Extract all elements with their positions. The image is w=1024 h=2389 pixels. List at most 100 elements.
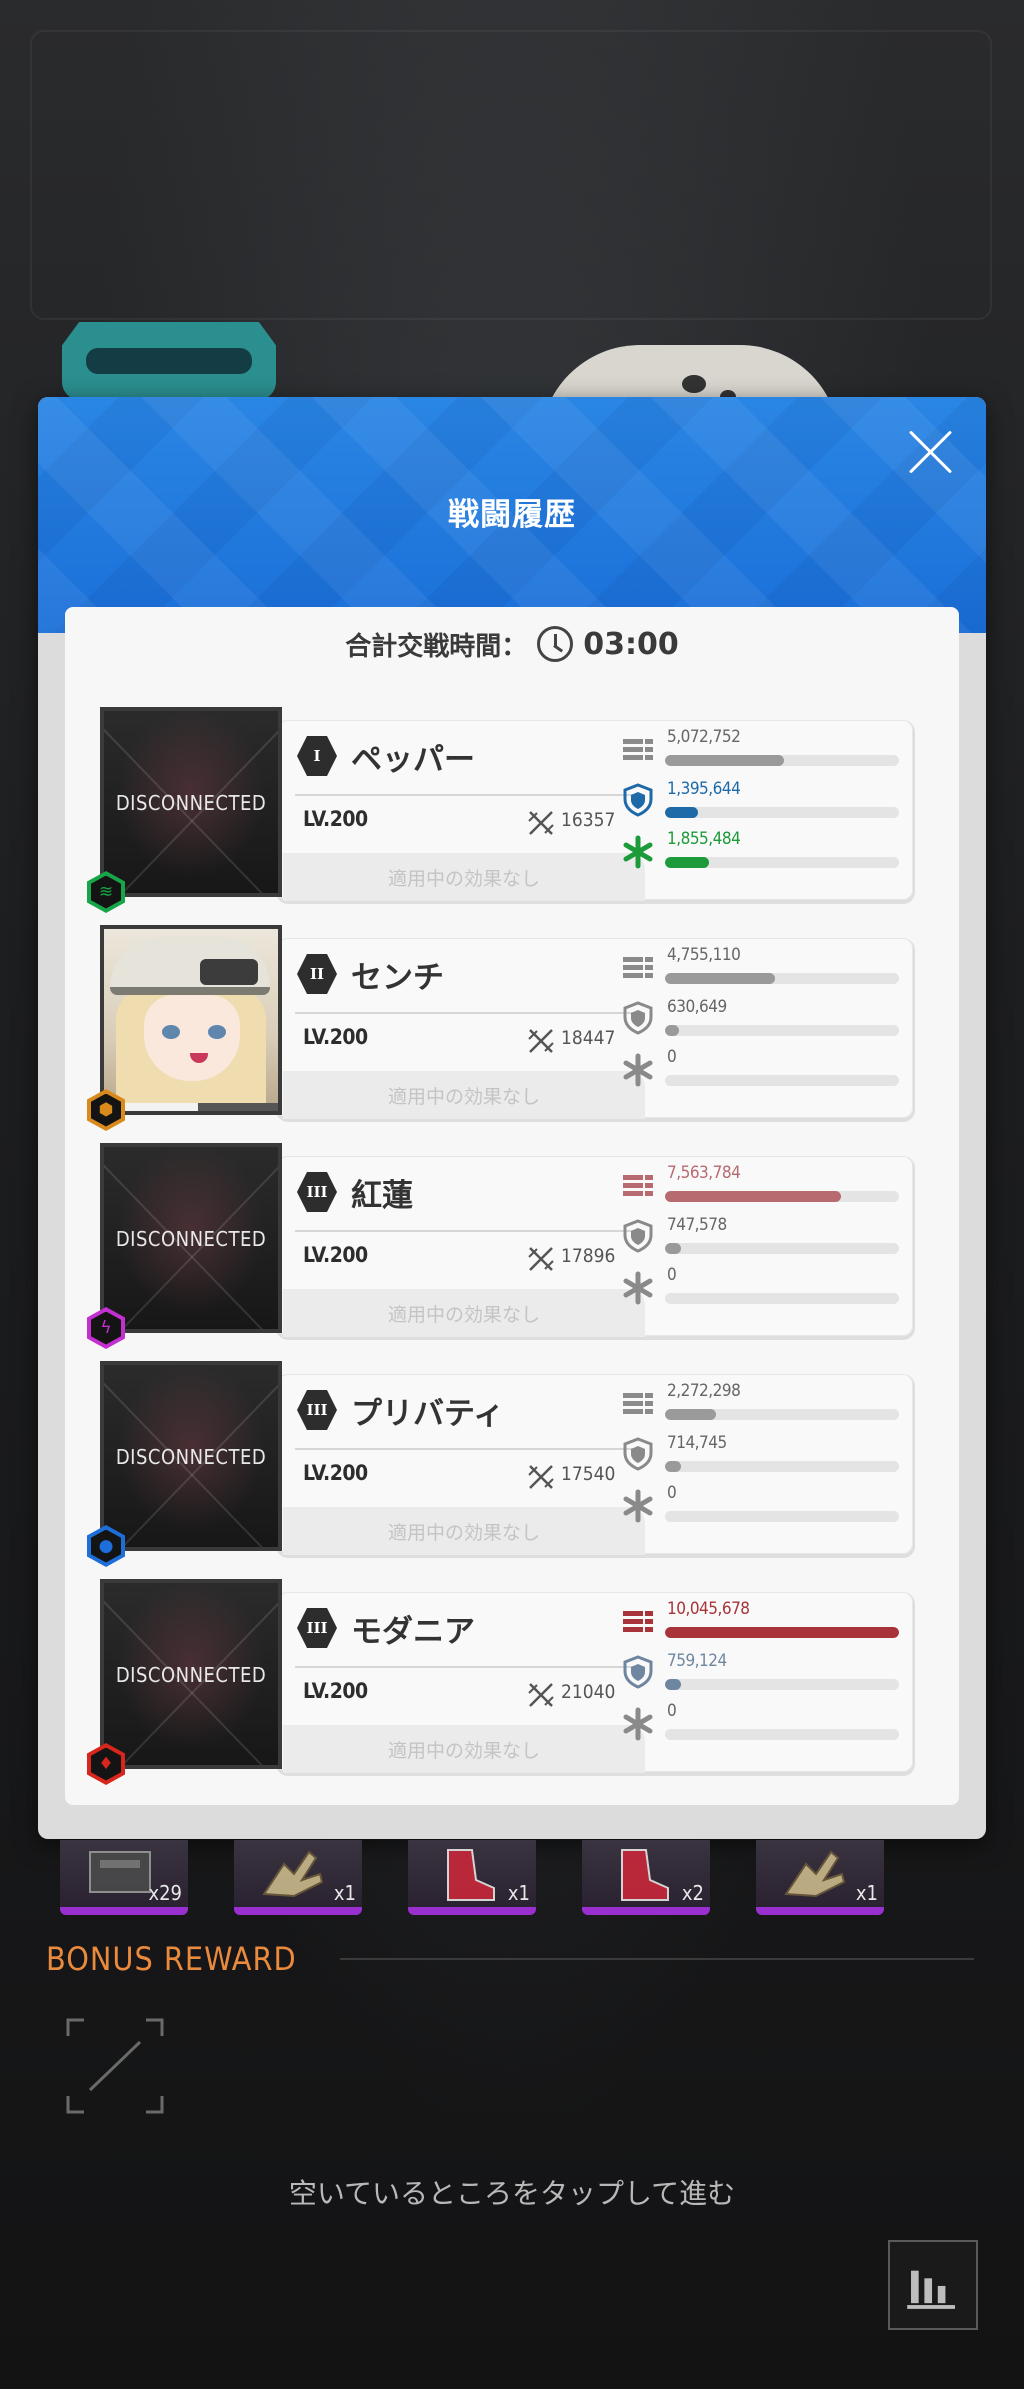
character-portrait[interactable]: DISCONNECTED bbox=[100, 707, 282, 897]
character-level: LV.200 bbox=[303, 1243, 368, 1267]
character-portrait[interactable]: DISCONNECTED bbox=[100, 1143, 282, 1333]
combat-power: 21040 bbox=[561, 1681, 616, 1703]
reward-item-image bbox=[428, 1844, 508, 1904]
shield-bar bbox=[665, 807, 899, 818]
battle-entry: DISCONNECTED ≋ I ペッパー LV.200 16357 適用中の効果なし 5,0… bbox=[65, 707, 959, 913]
character-level: LV.200 bbox=[303, 1461, 368, 1485]
name-divider bbox=[295, 1448, 641, 1450]
reward-item[interactable]: x1 bbox=[756, 1840, 884, 1915]
bullets-icon bbox=[621, 951, 655, 985]
damage-bar bbox=[665, 755, 899, 766]
bullets-icon bbox=[621, 1387, 655, 1421]
damage-bar bbox=[665, 1191, 899, 1202]
character-portrait[interactable]: DISCONNECTED bbox=[100, 1361, 282, 1551]
time-value: 03:00 bbox=[583, 626, 679, 662]
background-frame bbox=[30, 30, 992, 320]
battle-history-modal: 戦闘履歴 合計交戦時間： 03:00 DISCONNECTED ≋ I ペッパー LV.… bbox=[38, 397, 986, 1839]
reward-item[interactable]: x1 bbox=[408, 1840, 536, 1915]
bullets-icon bbox=[621, 733, 655, 767]
damage-bar bbox=[665, 1409, 899, 1420]
bullets-icon bbox=[621, 1605, 655, 1639]
expand-icon[interactable] bbox=[66, 2018, 164, 2114]
character-name: 紅蓮 bbox=[351, 1178, 413, 1214]
effect-status: 適用中の効果なし bbox=[283, 1725, 645, 1773]
heal-bar bbox=[665, 1293, 899, 1304]
character-level: LV.200 bbox=[303, 1679, 368, 1703]
reward-item-image bbox=[776, 1844, 856, 1904]
reward-item-image bbox=[254, 1844, 334, 1904]
battle-entry: DISCONNECTED ● III プリバティ LV.200 17540 適用中の効果なし… bbox=[65, 1361, 959, 1567]
crossed-swords-icon bbox=[527, 1681, 555, 1709]
damage-bar bbox=[665, 1627, 899, 1638]
name-divider bbox=[295, 794, 641, 796]
heal-star-icon bbox=[621, 1053, 655, 1087]
combat-power: 16357 bbox=[561, 809, 616, 831]
stats-button[interactable] bbox=[888, 2240, 978, 2330]
combat-power: 18447 bbox=[561, 1027, 616, 1049]
bonus-reward-title: BONUS REWARD bbox=[46, 1940, 297, 1978]
name-divider bbox=[295, 1230, 641, 1232]
reward-item-image bbox=[602, 1844, 682, 1904]
bonus-divider bbox=[340, 1958, 974, 1960]
reward-item[interactable]: x2 bbox=[582, 1840, 710, 1915]
damage-bar-fill bbox=[665, 1627, 899, 1638]
reward-count: x1 bbox=[333, 1881, 356, 1905]
modal-body: 合計交戦時間： 03:00 DISCONNECTED ≋ I ペッパー LV.200 16… bbox=[65, 607, 959, 1805]
shield-bar-fill bbox=[665, 1243, 682, 1254]
shield-icon bbox=[621, 1001, 655, 1035]
battle-entry: DISCONNECTED ϟ III 紅蓮 LV.200 17896 適用中の効果なし 7,5… bbox=[65, 1143, 959, 1349]
damage-value: 5,072,752 bbox=[667, 727, 741, 747]
time-label: 合計交戦時間： bbox=[345, 631, 528, 662]
shield-bar-fill bbox=[665, 1461, 682, 1472]
crossed-swords-icon bbox=[527, 809, 555, 837]
character-portrait[interactable]: DISCONNECTED bbox=[100, 1579, 282, 1769]
shield-icon bbox=[621, 1655, 655, 1689]
character-name: ペッパー bbox=[351, 742, 475, 778]
battle-entry: ⬢ II センチ LV.200 18447 適用中の効果なし 4,755,110 630,64… bbox=[65, 925, 959, 1131]
heal-value: 1,855,484 bbox=[667, 829, 741, 849]
disconnected-label: DISCONNECTED bbox=[115, 1227, 267, 1251]
damage-value: 4,755,110 bbox=[667, 945, 741, 965]
modal-header: 戦闘履歴 bbox=[38, 397, 986, 633]
reward-item[interactable]: x1 bbox=[234, 1840, 362, 1915]
damage-value: 7,563,784 bbox=[667, 1163, 741, 1183]
effect-status: 適用中の効果なし bbox=[283, 1507, 645, 1555]
tap-to-continue-hint: 空いているところをタップして進む bbox=[288, 2177, 736, 2210]
damage-value: 2,272,298 bbox=[667, 1381, 741, 1401]
crossed-swords-icon bbox=[527, 1245, 555, 1273]
close-icon[interactable] bbox=[906, 427, 956, 477]
character-name: プリバティ bbox=[351, 1396, 505, 1432]
crossed-swords-icon bbox=[527, 1027, 555, 1055]
heal-value: 0 bbox=[667, 1483, 677, 1503]
shield-bar bbox=[665, 1025, 899, 1036]
shield-icon bbox=[621, 1437, 655, 1471]
shield-bar bbox=[665, 1243, 899, 1254]
heal-value: 0 bbox=[667, 1701, 677, 1721]
heal-bar bbox=[665, 1075, 899, 1086]
reward-item[interactable]: x29 bbox=[60, 1840, 188, 1915]
combat-power: 17540 bbox=[561, 1463, 616, 1485]
shield-bar bbox=[665, 1461, 899, 1472]
heal-value: 0 bbox=[667, 1265, 677, 1285]
name-divider bbox=[295, 1666, 641, 1668]
heal-bar-fill bbox=[665, 857, 710, 868]
shield-value: 759,124 bbox=[667, 1651, 727, 1671]
effect-status: 適用中の効果なし bbox=[283, 1289, 645, 1337]
heal-star-icon bbox=[621, 1707, 655, 1741]
character-portrait[interactable] bbox=[100, 925, 282, 1115]
bar-chart-icon bbox=[907, 2270, 955, 2309]
character-level: LV.200 bbox=[303, 807, 368, 831]
damage-bar-fill bbox=[665, 1191, 841, 1202]
damage-bar bbox=[665, 973, 899, 984]
heal-bar bbox=[665, 1729, 899, 1740]
heal-star-icon bbox=[621, 1489, 655, 1523]
heal-star-icon bbox=[621, 835, 655, 869]
reward-count: x2 bbox=[681, 1881, 704, 1905]
reward-count: x1 bbox=[855, 1881, 878, 1905]
character-level: LV.200 bbox=[303, 1025, 368, 1049]
shield-bar-fill bbox=[665, 807, 698, 818]
reward-count: x29 bbox=[148, 1881, 182, 1905]
name-divider bbox=[295, 1012, 641, 1014]
clock-icon bbox=[537, 626, 574, 662]
crossed-swords-icon bbox=[527, 1463, 555, 1491]
